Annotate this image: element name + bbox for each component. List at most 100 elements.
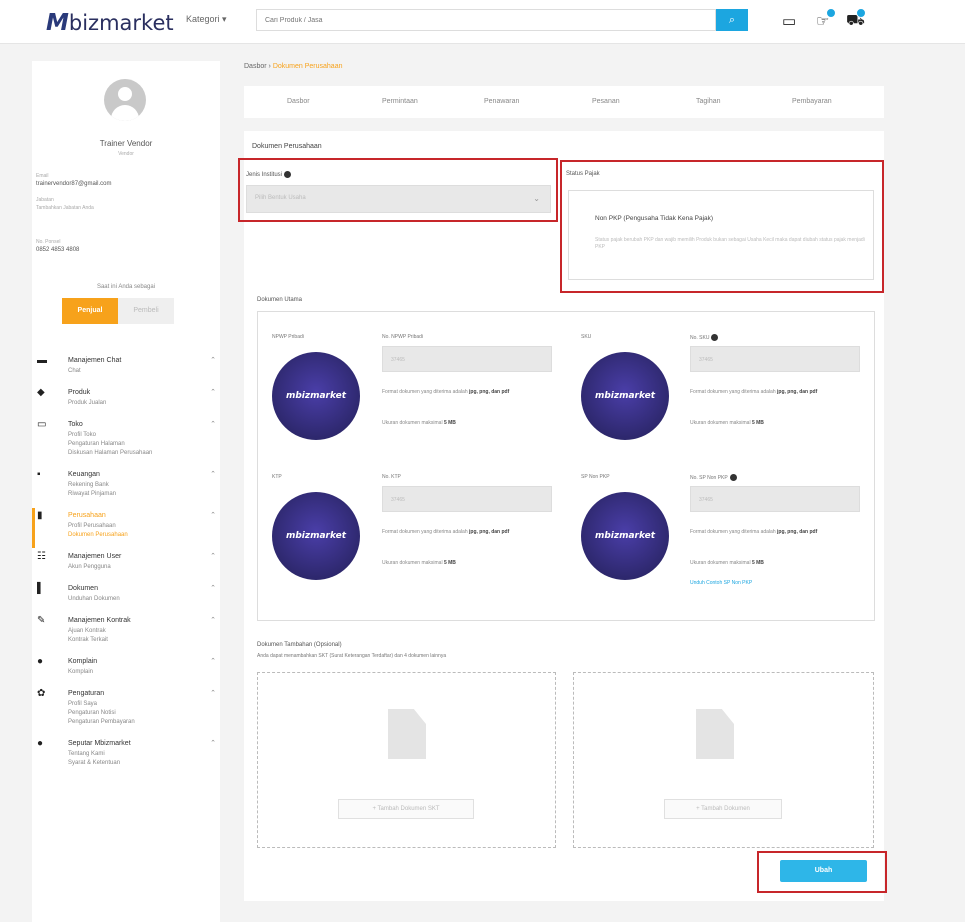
doc-ktp-label: KTP xyxy=(272,474,282,480)
doc-sp-size: Ukuran dokumen maksimal 5 MB xyxy=(690,560,764,566)
sidebar-group-title[interactable]: Perusahaan xyxy=(68,510,220,522)
dokumen-tambahan-desc: Anda dapat menambahkan SKT (Surat Ketera… xyxy=(257,653,447,659)
sidebar-group-title[interactable]: Dokumen xyxy=(68,583,220,595)
download-sp-link[interactable]: Unduh Contoh SP Non PKP xyxy=(690,580,752,586)
search-button[interactable]: ⌕ xyxy=(716,9,748,31)
doc-sku-input[interactable]: 37465 xyxy=(690,346,860,372)
sidebar-group-title[interactable]: Toko xyxy=(68,419,220,431)
doc-npwp-input[interactable]: 37465 xyxy=(382,346,552,372)
sidebar-item[interactable]: Akun Pengguna xyxy=(68,563,220,572)
sidebar-group-10: ● Seputar Mbizmarket ⌃ Tentang Kami Syarat &… xyxy=(32,738,220,768)
chevron-up-icon[interactable]: ⌃ xyxy=(210,511,216,519)
store-icon[interactable]: ▭ xyxy=(782,12,796,30)
info-icon: ● xyxy=(37,656,44,667)
sidebar-item[interactable]: Chat xyxy=(68,367,220,376)
upload-skt-area[interactable]: + Tambah Dokumen SKT xyxy=(257,672,556,848)
sidebar-group-title[interactable]: Seputar Mbizmarket xyxy=(68,738,220,750)
doc-sp-format: Format dokumen yang diterima adalah jpg,… xyxy=(690,529,818,535)
sidebar-group-7: ✎ Manajemen Kontrak ⌃ Ajuan Kontrak Kontrak … xyxy=(32,615,220,645)
sidebar-item[interactable]: Rekening Bank xyxy=(68,481,220,490)
role-buyer-button[interactable]: Pembeli xyxy=(118,298,174,324)
sidebar-group-9: ✿ Pengaturan ⌃ Profil Saya Pengaturan Notisi… xyxy=(32,688,220,727)
sidebar-item[interactable]: Kontrak Terkait xyxy=(68,636,220,645)
sidebar-item[interactable]: Riwayat Pinjaman xyxy=(68,490,220,499)
sidebar-item[interactable]: Unduhan Dokumen xyxy=(68,595,220,604)
sidebar-item[interactable]: Produk Jualan xyxy=(68,399,220,408)
sidebar-item[interactable]: Tentang Kami xyxy=(68,750,220,759)
wallet-icon: ▪ xyxy=(37,469,41,480)
chevron-up-icon[interactable]: ⌃ xyxy=(210,657,216,665)
doc-sp-preview[interactable]: mbizmarket xyxy=(581,492,669,580)
email-value: trainervendor87@gmail.com xyxy=(36,181,112,187)
role-seller-button[interactable]: Penjual xyxy=(62,298,118,324)
tab-penawaran[interactable]: Penawaran xyxy=(484,98,519,105)
doc-sku-no-label: No. SKU xyxy=(690,334,719,341)
doc-sp-input[interactable]: 37465 xyxy=(690,486,860,512)
kategori-dropdown[interactable]: Kategori ▾ xyxy=(186,14,227,25)
sidebar-item[interactable]: Diskusan Halaman Perusahaan xyxy=(68,449,220,458)
email-label: Email xyxy=(36,173,49,179)
doc-ktp-input[interactable]: 37465 xyxy=(382,486,552,512)
contract-icon: ✎ xyxy=(37,615,46,626)
info-icon[interactable] xyxy=(729,474,737,481)
upload-other-button[interactable]: + Tambah Dokumen xyxy=(664,799,782,819)
sidebar-group-title[interactable]: Produk xyxy=(68,387,220,399)
doc-sku-format: Format dokumen yang diterima adalah jpg,… xyxy=(690,389,818,395)
upload-other-area[interactable]: + Tambah Dokumen xyxy=(573,672,874,848)
info-icon[interactable] xyxy=(711,334,719,341)
sidebar-item[interactable]: Pengaturan Pembayaran xyxy=(68,718,220,727)
search-input[interactable] xyxy=(256,9,716,31)
file-icon xyxy=(388,709,426,759)
sidebar-item[interactable]: Komplain xyxy=(68,668,220,677)
doc-sp-no-label: No. SP Non PKP xyxy=(690,474,737,481)
sidebar-item[interactable]: Profil Saya xyxy=(68,700,220,709)
doc-sku-preview[interactable]: mbizmarket xyxy=(581,352,669,440)
users-icon: ☷ xyxy=(37,551,46,562)
sidebar-item[interactable]: Pengaturan Notisi xyxy=(68,709,220,718)
mbizmarket-logo[interactable]: Mbizmarket xyxy=(46,10,174,36)
tab-tagihan[interactable]: Tagihan xyxy=(696,98,721,105)
sidebar-item[interactable]: Pengaturan Halaman xyxy=(68,440,220,449)
jabatan-value[interactable]: Tambahkan Jabatan Anda xyxy=(36,205,94,211)
user-name: Trainer Vendor xyxy=(99,139,153,148)
sidebar-item[interactable]: Profil Toko xyxy=(68,431,220,440)
sidebar-group-title[interactable]: Manajemen Kontrak xyxy=(68,615,220,627)
chevron-up-icon[interactable]: ⌃ xyxy=(210,616,216,624)
sidebar-item[interactable]: Profil Perusahaan xyxy=(68,522,220,531)
upload-skt-button[interactable]: + Tambah Dokumen SKT xyxy=(338,799,474,819)
doc-ktp-preview[interactable]: mbizmarket xyxy=(272,492,360,580)
doc-ktp-format: Format dokumen yang diterima adalah jpg,… xyxy=(382,529,510,535)
file-icon xyxy=(696,709,734,759)
tab-permintaan[interactable]: Permintaan xyxy=(382,98,418,105)
sidebar-group-title[interactable]: Manajemen User xyxy=(68,551,220,563)
chevron-up-icon[interactable]: ⌃ xyxy=(210,470,216,478)
top-navbar: Mbizmarket Kategori ▾ ⌕ ▭ ☞ ⛟ xyxy=(0,0,965,44)
doc-npwp-preview[interactable]: mbizmarket xyxy=(272,352,360,440)
highlight-jenis-institusi xyxy=(238,158,558,222)
dashboard-tabs: Dasbor Permintaan Penawaran Pesanan Tagi… xyxy=(244,86,884,118)
tab-pembayaran[interactable]: Pembayaran xyxy=(792,98,832,105)
chevron-up-icon[interactable]: ⌃ xyxy=(210,552,216,560)
sidebar-group-title[interactable]: Keuangan xyxy=(68,469,220,481)
chevron-up-icon[interactable]: ⌃ xyxy=(210,689,216,697)
sidebar-item[interactable]: Syarat & Ketentuan xyxy=(68,759,220,768)
phone-label: No. Ponsel xyxy=(36,239,61,245)
sidebar-group-4: ▮ Perusahaan ⌃ Profil Perusahaan Dokumen Per… xyxy=(32,508,220,548)
document-icon: ▌ xyxy=(37,583,45,594)
chevron-up-icon[interactable]: ⌃ xyxy=(210,388,216,396)
chevron-up-icon[interactable]: ⌃ xyxy=(210,356,216,364)
sidebar-group-5: ☷ Manajemen User ⌃ Akun Pengguna xyxy=(32,551,220,572)
sidebar-group-title[interactable]: Komplain xyxy=(68,656,220,668)
avatar[interactable] xyxy=(104,79,146,121)
sidebar-group-title[interactable]: Manajemen Chat xyxy=(68,355,220,367)
sidebar-group-title[interactable]: Pengaturan xyxy=(68,688,220,700)
chevron-up-icon[interactable]: ⌃ xyxy=(210,739,216,747)
tab-dasbor[interactable]: Dasbor xyxy=(287,98,310,105)
sidebar-item[interactable]: Ajuan Kontrak xyxy=(68,627,220,636)
product-icon: ◆ xyxy=(37,387,45,398)
chevron-up-icon[interactable]: ⌃ xyxy=(210,584,216,592)
sidebar-item[interactable]: Dokumen Perusahaan xyxy=(68,531,220,540)
chevron-up-icon[interactable]: ⌃ xyxy=(210,420,216,428)
tab-pesanan[interactable]: Pesanan xyxy=(592,98,620,105)
breadcrumb-root[interactable]: Dasbor xyxy=(244,63,267,70)
